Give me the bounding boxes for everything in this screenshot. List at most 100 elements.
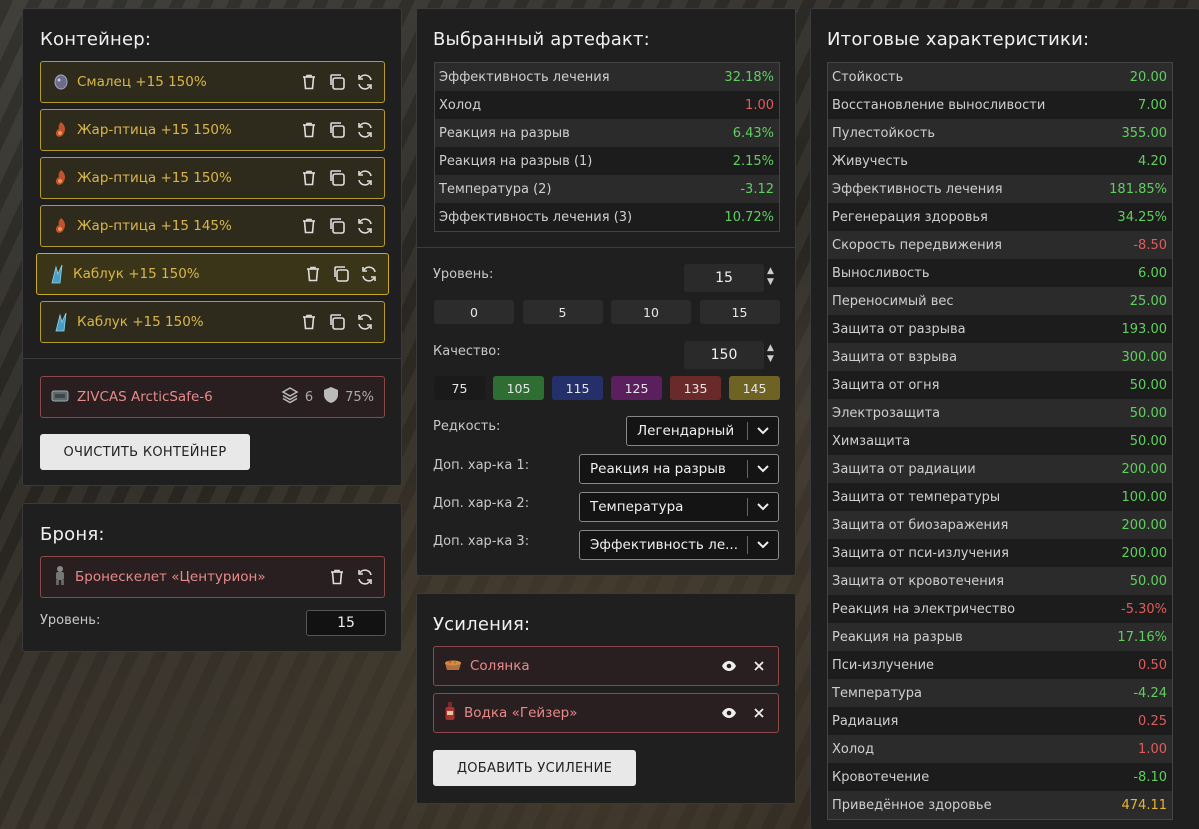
quality-preset-button[interactable]: 75 [434, 376, 485, 400]
armor-level-input[interactable]: 15 [306, 610, 386, 636]
boost-label: Водка «Гейзер» [464, 705, 578, 721]
level-input[interactable]: 15 [684, 264, 764, 292]
stat-value: 100.00 [1121, 489, 1168, 505]
stat-row: Эффективность лечения (3) 10.72% [435, 203, 779, 231]
stat-value: 200.00 [1121, 545, 1168, 561]
chevron-down-icon[interactable]: ▼ [767, 278, 774, 287]
copy-icon[interactable] [328, 313, 346, 331]
clear-container-button[interactable]: ОЧИСТИТЬ КОНТЕЙНЕР [40, 434, 250, 470]
stat-value: -3.12 [740, 181, 774, 197]
stat-name: Реакция на разрыв [439, 125, 570, 141]
extra1-select[interactable]: Реакция на разрыв [579, 454, 779, 484]
boosts-panel: Усиления: Солянка Водка «Гейзер» ДОБАВИТЬ… [416, 593, 796, 804]
quality-preset-button[interactable]: 145 [729, 376, 780, 400]
stat-name: Радиация [832, 713, 899, 729]
armor-panel: Броня: Бронескелет «Центурион» Уровень: … [22, 503, 402, 652]
vodka-bottle-icon [444, 701, 456, 725]
swap-icon[interactable] [356, 169, 374, 187]
stat-value: 355.00 [1121, 125, 1168, 141]
chevron-up-icon[interactable]: ▲ [767, 267, 774, 276]
extra3-value: Эффективность ле... [590, 537, 738, 553]
stat-name: Холод [439, 97, 482, 113]
quality-preset-button[interactable]: 105 [493, 376, 544, 400]
extra2-select[interactable]: Температура [579, 492, 779, 522]
level-preset-button[interactable]: 15 [699, 300, 780, 324]
trash-icon[interactable] [328, 568, 346, 586]
extra3-select[interactable]: Эффективность ле... [579, 530, 779, 560]
quality-preset-button[interactable]: 115 [552, 376, 603, 400]
stat-name: Температура (2) [439, 181, 552, 197]
container-icon [51, 388, 69, 407]
boost-item[interactable]: Водка «Гейзер» [433, 693, 779, 733]
divider [417, 247, 795, 248]
container-protection: 75% [345, 389, 374, 405]
quality-preset-button[interactable]: 125 [611, 376, 662, 400]
level-preset-button[interactable]: 5 [522, 300, 603, 324]
stat-name: Эффективность лечения [439, 69, 610, 85]
chevron-down-icon[interactable]: ▼ [767, 355, 774, 364]
swap-icon[interactable] [356, 73, 374, 91]
quality-preset-button[interactable]: 135 [670, 376, 721, 400]
copy-icon[interactable] [328, 169, 346, 187]
copy-icon[interactable] [328, 73, 346, 91]
level-preset-button[interactable]: 10 [611, 300, 691, 324]
stat-row: Выносливость 6.00 [828, 259, 1172, 287]
swap-icon[interactable] [356, 121, 374, 139]
stat-row: Реакция на разрыв 6.43% [435, 119, 779, 147]
artifact-slot[interactable]: Каблук +15 150% [36, 253, 389, 295]
layers-icon [281, 386, 299, 408]
stat-row: Эффективность лечения 181.85% [828, 175, 1172, 203]
artifact-actions [300, 217, 374, 235]
stat-name: Защита от огня [832, 377, 940, 393]
artifact-actions [300, 121, 374, 139]
copy-icon[interactable] [328, 217, 346, 235]
chevron-up-icon[interactable]: ▲ [767, 344, 774, 353]
artifact-slot[interactable]: Каблук +15 150% [40, 301, 385, 343]
quality-spinner[interactable]: ▲ ▼ [767, 344, 774, 364]
artifact-slot[interactable]: Жар-птица +15 145% [40, 205, 385, 247]
copy-icon[interactable] [328, 121, 346, 139]
stat-row: Кровотечение -8.10 [828, 763, 1172, 791]
rarity-select[interactable]: Легендарный [626, 416, 779, 446]
eye-icon[interactable] [720, 657, 738, 675]
close-icon[interactable] [750, 657, 768, 675]
trash-icon[interactable] [300, 217, 318, 235]
shield-icon [323, 386, 339, 408]
stat-row: Восстановление выносливости 7.00 [828, 91, 1172, 119]
level-preset-button[interactable]: 0 [434, 300, 514, 324]
trash-icon[interactable] [304, 265, 322, 283]
artifact-slot[interactable]: Смалец +15 150% [40, 61, 385, 103]
container-slot[interactable]: ZIVCAS ArcticSafe-6 6 75% [40, 376, 385, 418]
copy-icon[interactable] [332, 265, 350, 283]
artifact-slot[interactable]: Жар-птица +15 150% [40, 157, 385, 199]
rarity-label: Редкость: [433, 419, 501, 434]
swap-icon[interactable] [360, 265, 378, 283]
trash-icon[interactable] [300, 73, 318, 91]
trash-icon[interactable] [300, 169, 318, 187]
firebird-artifact-icon [53, 168, 69, 188]
rarity-value: Легендарный [637, 423, 735, 439]
trash-icon[interactable] [300, 313, 318, 331]
boost-item[interactable]: Солянка [433, 646, 779, 686]
boost-actions [720, 657, 768, 675]
close-icon[interactable] [750, 704, 768, 722]
artifact-slot[interactable]: Жар-птица +15 150% [40, 109, 385, 151]
stat-name: Стойкость [832, 69, 904, 85]
stat-value: 474.11 [1121, 797, 1168, 813]
level-spinner[interactable]: ▲ ▼ [767, 267, 774, 287]
swap-icon[interactable] [356, 313, 374, 331]
boost-actions [720, 704, 768, 722]
add-boost-button[interactable]: ДОБАВИТЬ УСИЛЕНИЕ [433, 750, 636, 786]
quality-input[interactable]: 150 [684, 341, 764, 369]
stat-row: Защита от биозаражения 200.00 [828, 511, 1172, 539]
stat-value: 1.00 [1138, 741, 1167, 757]
swap-icon[interactable] [356, 217, 374, 235]
swap-icon[interactable] [356, 568, 374, 586]
armor-slot[interactable]: Бронескелет «Центурион» [40, 556, 385, 598]
stat-value: 0.25 [1138, 713, 1167, 729]
stat-value: -8.50 [1133, 237, 1167, 253]
eye-icon[interactable] [720, 704, 738, 722]
stat-row: Химзащита 50.00 [828, 427, 1172, 455]
artifact-actions [304, 265, 378, 283]
trash-icon[interactable] [300, 121, 318, 139]
